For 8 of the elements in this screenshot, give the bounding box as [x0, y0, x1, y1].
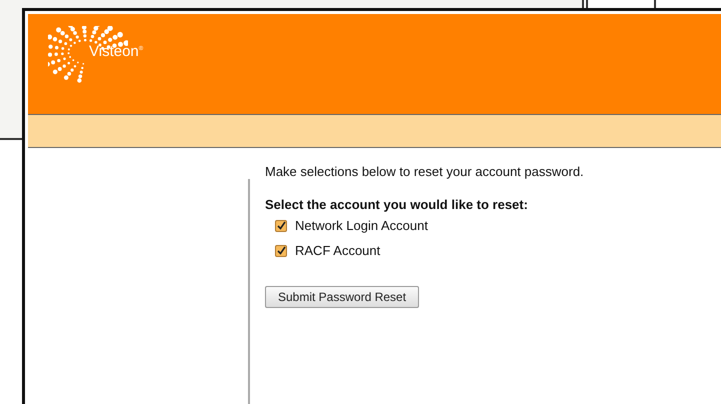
checkbox[interactable] [275, 220, 287, 232]
logo-text: Visteon$^{®}$ [89, 43, 144, 60]
intro-text: Make selections below to reset your account password. [265, 164, 584, 179]
checkbox[interactable] [275, 244, 287, 256]
prompt-text: Select the account you would like to reset: [265, 197, 529, 212]
checkbox-label: Network Login Account [295, 218, 428, 233]
checkbox-label: RACF Account [295, 243, 380, 258]
submit-button[interactable]: Submit Password Reset [265, 286, 420, 308]
